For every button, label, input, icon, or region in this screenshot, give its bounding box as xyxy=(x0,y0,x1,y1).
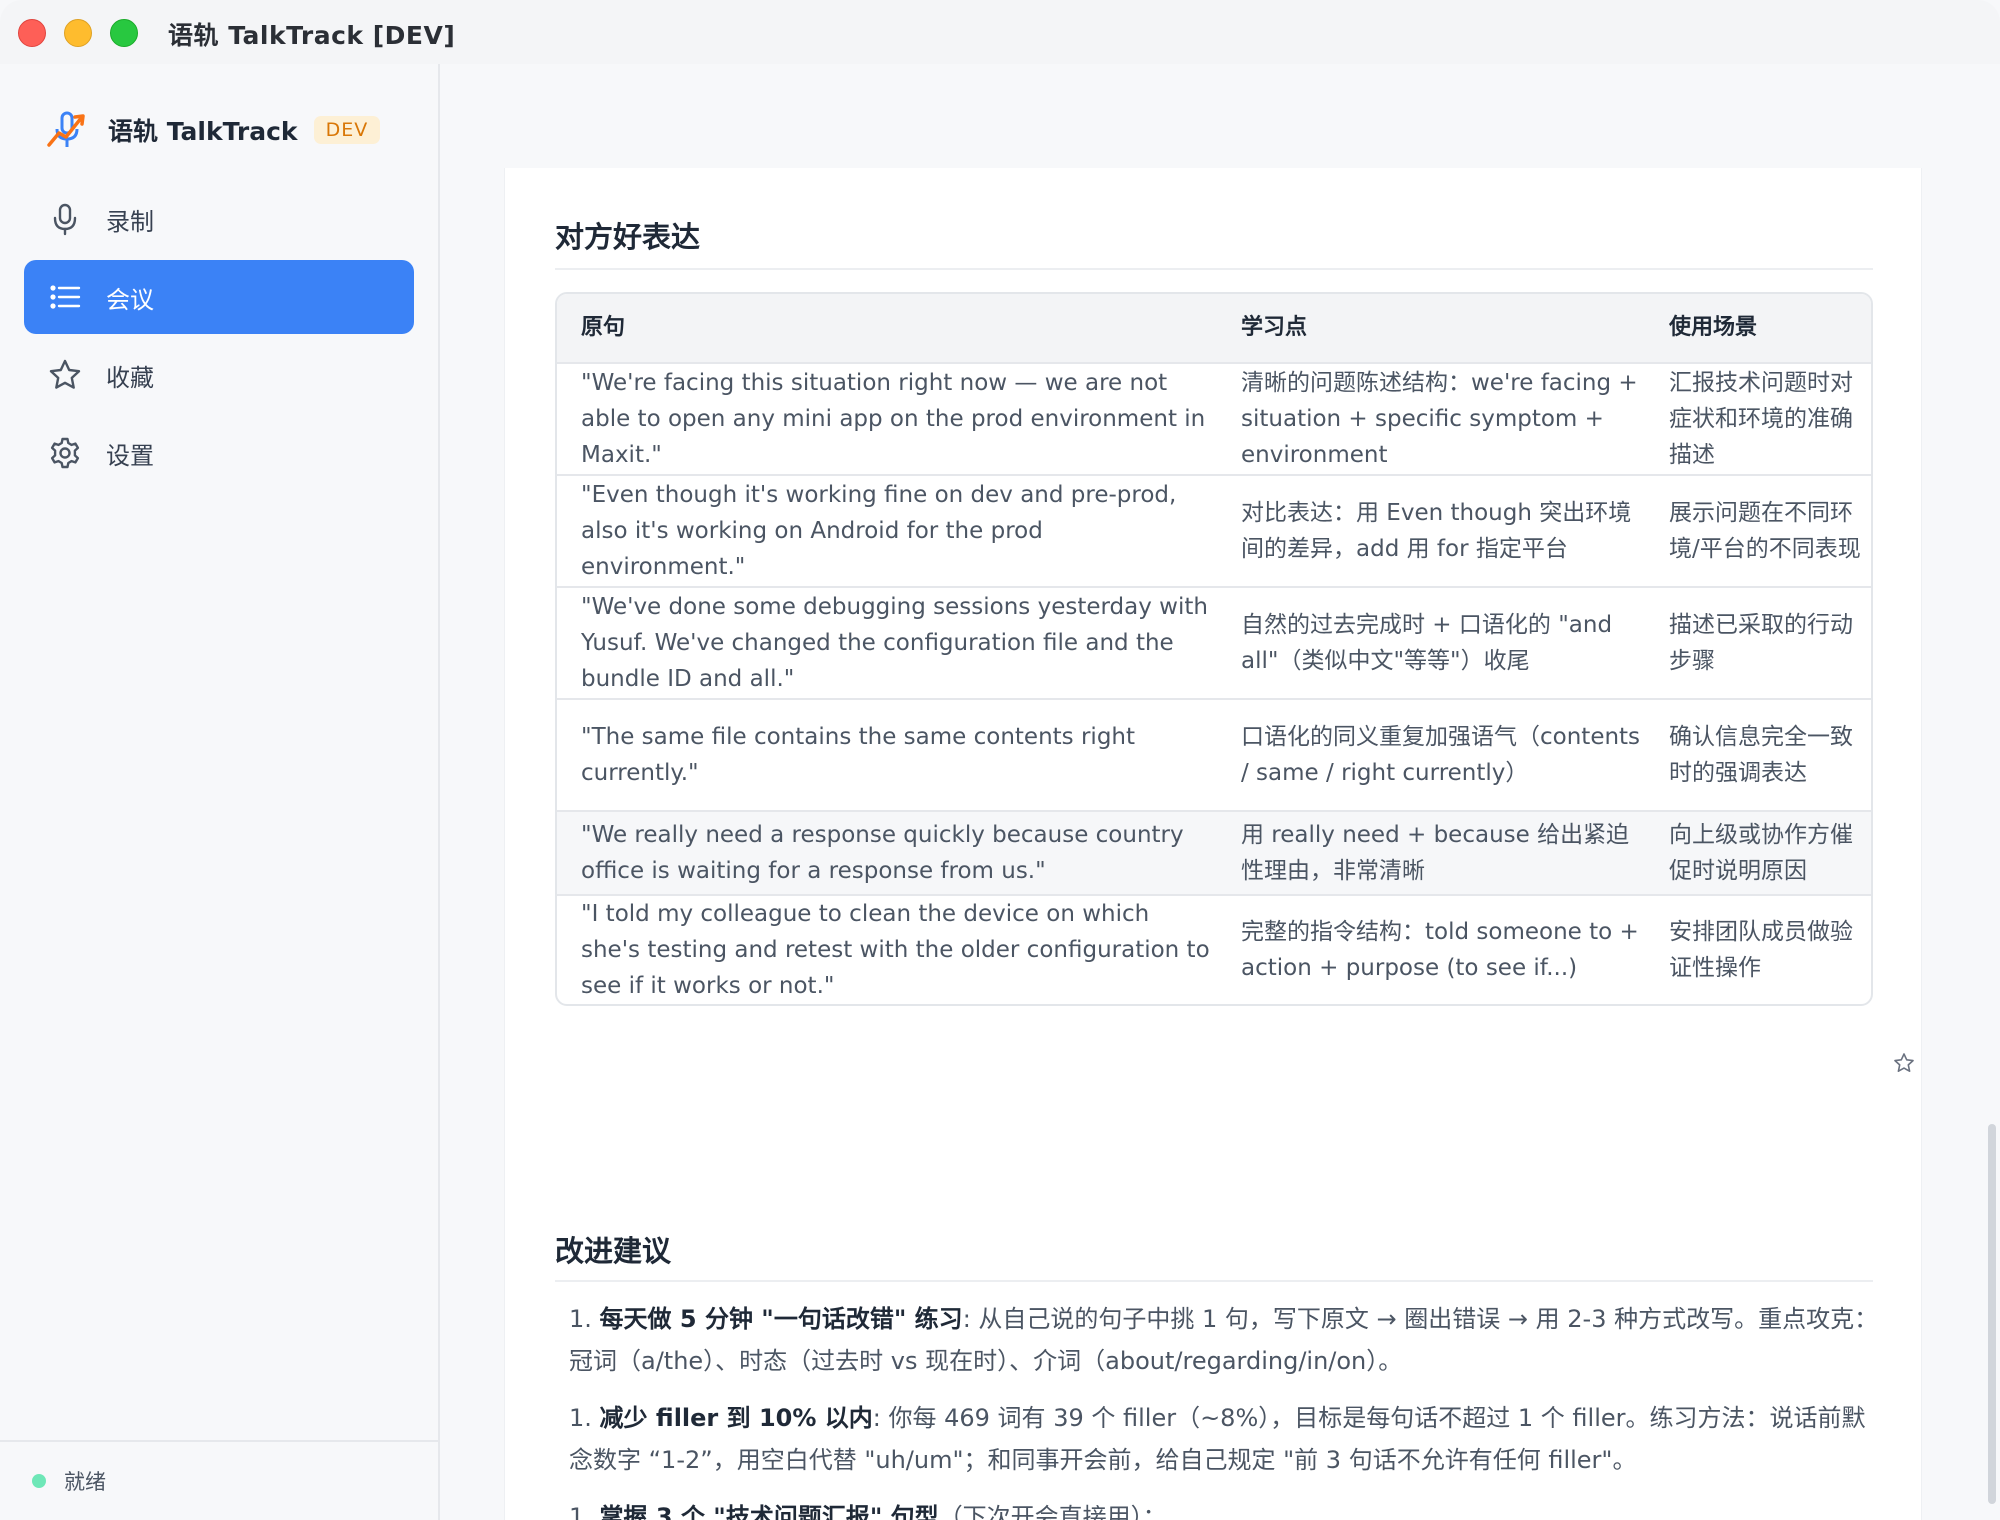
suggestion-number: 1. xyxy=(569,1305,592,1333)
list-icon xyxy=(50,285,81,309)
scenario-cell: 汇报技术问题时对症状和环境的准确描述 xyxy=(1669,370,1853,468)
star-icon xyxy=(49,359,81,389)
suggestions-section-title: 改进建议 xyxy=(555,1234,672,1268)
sidebar-item-label: 会议 xyxy=(106,285,154,314)
sidebar-item-meetings[interactable]: 会议 xyxy=(24,260,414,334)
suggestion-number: 1. xyxy=(569,1503,592,1520)
sidebar-item-favorites[interactable]: 收藏 xyxy=(24,338,414,412)
suggestion-item: 1. 减少 filler 到 10% 以内: 你每 469 词有 39 个 fi… xyxy=(569,1397,1879,1481)
column-header-learning-point: 学习点 xyxy=(1241,315,1308,340)
learning-point-cell: 对比表达：用 Even though 突出环境间的差异，add 用 for 指定… xyxy=(1241,500,1632,562)
table-row: "We're facing this situation right now —… xyxy=(557,362,1871,474)
scenario-cell: 向上级或协作方催促时说明原因 xyxy=(1669,822,1853,884)
section-divider xyxy=(555,268,1873,270)
table-row: "We've done some debugging sessions yest… xyxy=(557,586,1871,698)
scenario-cell: 确认信息完全一致时的强调表达 xyxy=(1669,724,1853,786)
talktrack-logo-icon xyxy=(47,111,85,147)
suggestion-item: 1. 每天做 5 分钟 "一句话改错" 练习: 从自己说的句子中挑 1 句，写下… xyxy=(569,1298,1879,1382)
scenario-cell: 安排团队成员做验证性操作 xyxy=(1669,919,1853,981)
sidebar-item-label: 录制 xyxy=(106,207,154,236)
sidebar-item-record[interactable]: 录制 xyxy=(24,182,414,256)
brand: 语轨 TalkTrack DEV xyxy=(46,108,381,152)
section-divider xyxy=(555,1280,1873,1282)
quote-cell: "We're facing this situation right now —… xyxy=(581,370,1206,468)
table-header-row: 原句 学习点 使用场景 xyxy=(557,294,1871,362)
sidebar-item-settings[interactable]: 设置 xyxy=(24,416,414,490)
gear-icon xyxy=(50,437,80,469)
column-header-scenario: 使用场景 xyxy=(1669,315,1758,340)
favorite-star-icon[interactable] xyxy=(1893,1052,1915,1074)
suggestion-number: 1. xyxy=(569,1404,592,1432)
quote-cell: "We really need a response quickly becau… xyxy=(581,822,1184,884)
scenario-cell: 展示问题在不同环境/平台的不同表现 xyxy=(1669,500,1861,562)
minimize-window-button[interactable] xyxy=(64,19,92,47)
learning-point-cell: 完整的指令结构：told someone to + action + purpo… xyxy=(1241,919,1639,981)
close-window-button[interactable] xyxy=(18,19,46,47)
suggestion-heading: 掌握 3 个 "技术问题汇报" 句型 xyxy=(599,1503,939,1520)
brand-name: 语轨 TalkTrack xyxy=(108,117,298,146)
status-bar: 就绪 xyxy=(0,1440,440,1520)
quote-cell: "We've done some debugging sessions yest… xyxy=(581,594,1208,692)
quote-cell: "The same file contains the same content… xyxy=(581,724,1136,786)
expressions-section-title: 对方好表达 xyxy=(555,220,701,254)
table-row: "Even though it's working fine on dev an… xyxy=(557,474,1871,586)
quote-cell: "Even though it's working fine on dev an… xyxy=(581,482,1177,580)
status-dot xyxy=(32,1474,46,1488)
suggestion-heading: 减少 filler 到 10% 以内 xyxy=(599,1404,873,1432)
learning-point-cell: 自然的过去完成时 + 口语化的 "and all"（类似中文"等等"）收尾 xyxy=(1241,612,1613,674)
vertical-scrollbar[interactable] xyxy=(1988,1124,1996,1504)
mic-icon xyxy=(53,203,77,236)
sidebar: 语轨 TalkTrack DEV 录制 会议 收藏 设置 就绪 xyxy=(0,64,440,1520)
app-window: 语轨 TalkTrack [DEV] 语轨 TalkTrack DEV 录制 会… xyxy=(0,0,2000,1520)
sidebar-item-label: 设置 xyxy=(106,441,154,470)
table-row: "We really need a response quickly becau… xyxy=(557,810,1871,894)
learning-point-cell: 清晰的问题陈述结构：we're facing + situation + spe… xyxy=(1241,370,1638,468)
suggestion-text: （下次开会直接用）： xyxy=(938,1503,1167,1520)
suggestion-item: 1. 掌握 3 个 "技术问题汇报" 句型（下次开会直接用）： xyxy=(569,1496,1879,1520)
column-header-original: 原句 xyxy=(581,315,626,340)
quote-cell: "I told my colleague to clean the device… xyxy=(581,901,1210,999)
scenario-cell: 描述已采取的行动步骤 xyxy=(1669,612,1853,674)
title-bar: 语轨 TalkTrack [DEV] xyxy=(0,0,2000,64)
dev-badge: DEV xyxy=(313,116,381,144)
table-row: "The same file contains the same content… xyxy=(557,698,1871,810)
zoom-window-button[interactable] xyxy=(110,19,138,47)
main-content: 对方好表达 原句 学习点 使用场景 "We're facing this sit… xyxy=(442,64,2000,1520)
window-title: 语轨 TalkTrack [DEV] xyxy=(168,21,456,50)
sidebar-nav: 录制 会议 收藏 设置 xyxy=(24,182,414,494)
learning-point-cell: 口语化的同义重复加强语气（contents / same / right cur… xyxy=(1241,724,1641,786)
status-text: 就绪 xyxy=(64,1470,106,1494)
learning-point-cell: 用 really need + because 给出紧迫性理由，非常清晰 xyxy=(1241,822,1630,884)
sidebar-item-label: 收藏 xyxy=(106,363,154,392)
expressions-table: 原句 学习点 使用场景 "We're facing this situation… xyxy=(555,292,1873,1006)
meeting-report-card: 对方好表达 原句 学习点 使用场景 "We're facing this sit… xyxy=(504,168,1922,1520)
suggestion-heading: 每天做 5 分钟 "一句话改错" 练习 xyxy=(599,1305,963,1333)
table-row: "I told my colleague to clean the device… xyxy=(557,894,1871,1004)
